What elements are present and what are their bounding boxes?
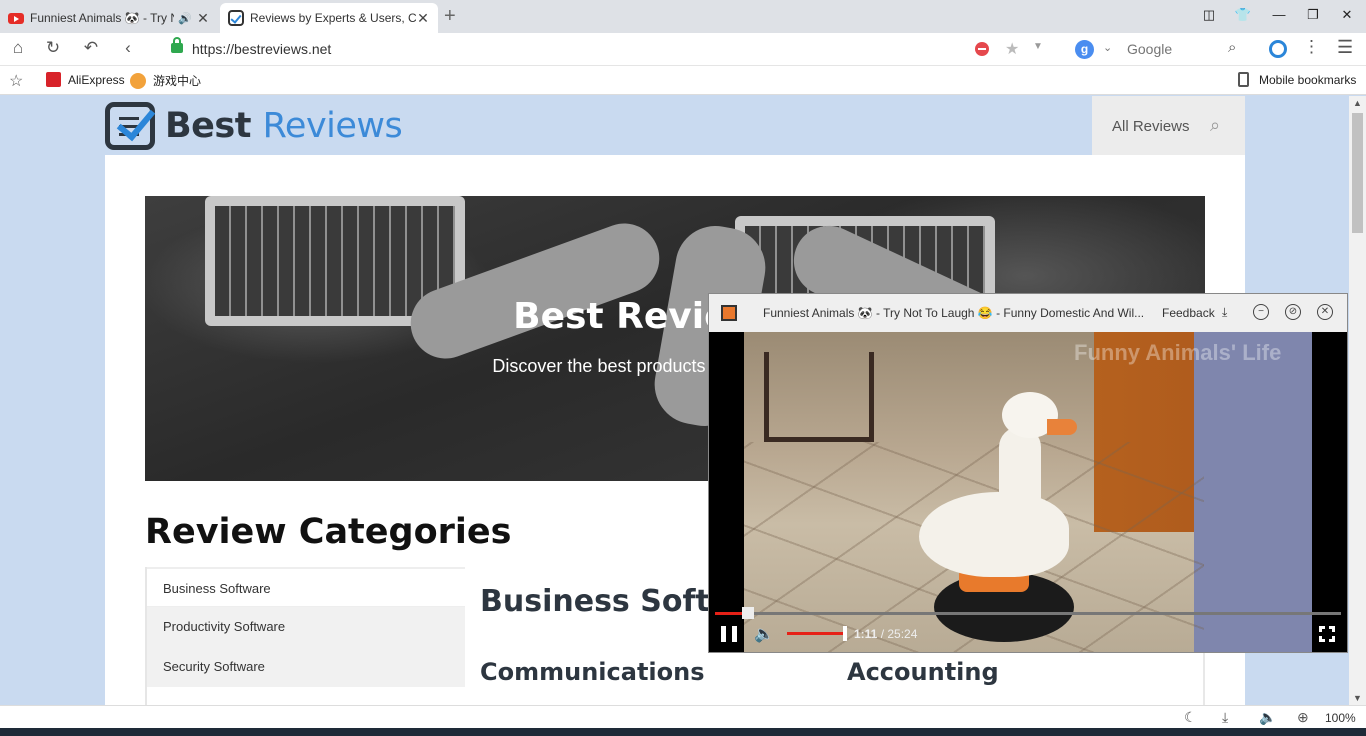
bookmark-star-icon[interactable]: ★ [1005, 39, 1019, 59]
reload-icon[interactable]: ↻ [42, 38, 64, 58]
tab-youtube[interactable]: Funniest Animals 🐼 - Try Not To Laugh 🔊 … [0, 3, 218, 33]
all-reviews-link[interactable]: All Reviews [1112, 118, 1190, 135]
mobile-bookmarks-label: Mobile bookmarks [1259, 72, 1357, 87]
video-progress-bar[interactable] [715, 607, 1341, 619]
restore-icon[interactable]: ❐ [1303, 7, 1323, 23]
category-list: Business Software Productivity Software … [145, 567, 465, 705]
video-titlebar[interactable]: Funniest Animals 🐼 - Try Not To Laugh 😂 … [709, 294, 1347, 332]
tab-title: Reviews by Experts & Users, Compare [250, 11, 416, 25]
bestreviews-logo-icon[interactable] [105, 102, 155, 150]
volume-icon[interactable]: 🔈 [1259, 709, 1276, 726]
site-logo[interactable]: Best Reviews [165, 106, 403, 146]
mobile-bookmarks[interactable]: Mobile bookmarks [1238, 72, 1356, 87]
star-icon[interactable]: ☆ [9, 71, 23, 91]
mobile-icon [1238, 72, 1249, 87]
category-security-software[interactable]: Security Software [147, 647, 465, 687]
new-tab-icon[interactable]: + [444, 5, 456, 28]
video-controls: 🔈 1:11 / 25:24 [709, 618, 1347, 652]
video-frame[interactable]: Funny Animals' Life [744, 332, 1312, 652]
zoom-icon[interactable]: ⊕ [1297, 709, 1309, 726]
video-scene-chair [764, 352, 874, 442]
bestreviews-favicon-icon [228, 10, 244, 26]
video-scene-duck-beak [1047, 419, 1077, 435]
search-input[interactable] [1127, 41, 1217, 57]
sidebar-toggle-icon[interactable]: ◫ [1199, 7, 1219, 23]
undo-close-icon[interactable]: ↶ [80, 38, 102, 58]
extension-icon[interactable] [1269, 40, 1287, 58]
more-menu-icon[interactable]: ⋮ [1303, 37, 1320, 57]
pin-video-icon[interactable]: ⊘ [1285, 304, 1301, 320]
volume-slider[interactable] [787, 626, 847, 641]
video-progress-fill [715, 612, 745, 615]
scroll-down-icon[interactable]: ▼ [1353, 693, 1362, 703]
address-toolbar: ⌂ ↻ ↶ ‹ https://bestreviews.net ★ ▼ g ⌄ … [0, 33, 1366, 66]
speaker-icon[interactable]: 🔊 [178, 12, 192, 25]
youtube-icon [8, 12, 24, 24]
fullscreen-icon[interactable] [1319, 626, 1335, 642]
minimize-video-icon[interactable]: − [1253, 304, 1269, 320]
video-popup-player[interactable]: Funniest Animals 🐼 - Try Not To Laugh 😂 … [708, 293, 1348, 653]
search-icon[interactable]: ⌕ [1228, 39, 1236, 56]
tab-bestreviews[interactable]: Reviews by Experts & Users, Compare ✕ [220, 3, 438, 33]
volume-fill [787, 632, 845, 635]
close-tab-icon[interactable]: ✕ [196, 10, 210, 27]
aliexpress-icon [46, 72, 61, 87]
download-icon[interactable]: ⤓ [1222, 305, 1227, 320]
close-window-icon[interactable]: ✕ [1337, 7, 1357, 23]
bookmark-game-center[interactable]: 游戏中心 [130, 72, 201, 89]
hamburger-menu-icon[interactable]: ☰ [1337, 37, 1353, 58]
status-bar: ☾ ⤓ 🔈 ⊕ 100% [0, 705, 1366, 728]
os-taskbar [0, 728, 1366, 736]
adblock-icon[interactable] [975, 42, 989, 56]
close-video-icon[interactable]: ✕ [1317, 304, 1333, 320]
tab-title: Funniest Animals 🐼 - Try Not To Laugh [30, 11, 174, 25]
search-engine-icon[interactable]: g [1075, 40, 1094, 59]
pause-icon[interactable] [721, 626, 737, 642]
category-business-software[interactable]: Business Software [147, 567, 465, 607]
scroll-up-icon[interactable]: ▲ [1353, 98, 1362, 108]
zoom-level[interactable]: 100% [1325, 711, 1356, 725]
video-scene-duck-neck [999, 427, 1041, 517]
video-scene-duck-body [919, 492, 1069, 577]
video-extension-icon[interactable] [721, 305, 737, 321]
video-title: Funniest Animals 🐼 - Try Not To Laugh 😂 … [763, 306, 1145, 320]
subheading-accounting[interactable]: Accounting [847, 658, 999, 686]
minimize-icon[interactable]: — [1269, 7, 1289, 22]
bookmark-label: 游戏中心 [153, 74, 202, 88]
skin-icon[interactable]: 👕 [1233, 7, 1253, 23]
volume-icon[interactable]: 🔈 [754, 624, 774, 644]
url-field[interactable]: https://bestreviews.net [192, 41, 331, 57]
bookmark-label: AliExpress [68, 72, 125, 87]
site-nav: All Reviews ⌕ [1092, 96, 1245, 155]
night-mode-icon[interactable]: ☾ [1184, 709, 1197, 726]
video-watermark: Funny Animals' Life [1074, 340, 1282, 365]
page-scrollbar[interactable]: ▲ ▼ [1349, 96, 1366, 705]
scroll-thumb[interactable] [1352, 113, 1363, 233]
back-icon[interactable]: ‹ [117, 38, 139, 58]
volume-handle[interactable] [843, 626, 847, 641]
video-scene-wall [1194, 332, 1312, 652]
bookmarks-bar: ☆ AliExpress 游戏中心 Mobile bookmarks [0, 66, 1366, 95]
chevron-down-icon[interactable]: ⌄ [1103, 41, 1112, 54]
video-time: 1:11 / 25:24 [854, 627, 918, 641]
category-productivity-software[interactable]: Productivity Software [147, 607, 465, 647]
close-tab-icon[interactable]: ✕ [416, 10, 430, 27]
download-manager-icon[interactable]: ⤓ [1222, 709, 1228, 726]
lock-icon [171, 37, 183, 53]
home-icon[interactable]: ⌂ [7, 38, 29, 58]
search-icon[interactable]: ⌕ [1210, 115, 1220, 136]
categories-heading: Review Categories [145, 512, 512, 552]
bookmark-aliexpress[interactable]: AliExpress [46, 72, 125, 87]
subheading-communications[interactable]: Communications [480, 658, 705, 686]
chevron-down-icon[interactable]: ▼ [1033, 41, 1043, 52]
tab-strip: Funniest Animals 🐼 - Try Not To Laugh 🔊 … [0, 0, 1366, 33]
game-icon [130, 72, 146, 89]
feedback-link[interactable]: Feedback [1162, 306, 1215, 320]
